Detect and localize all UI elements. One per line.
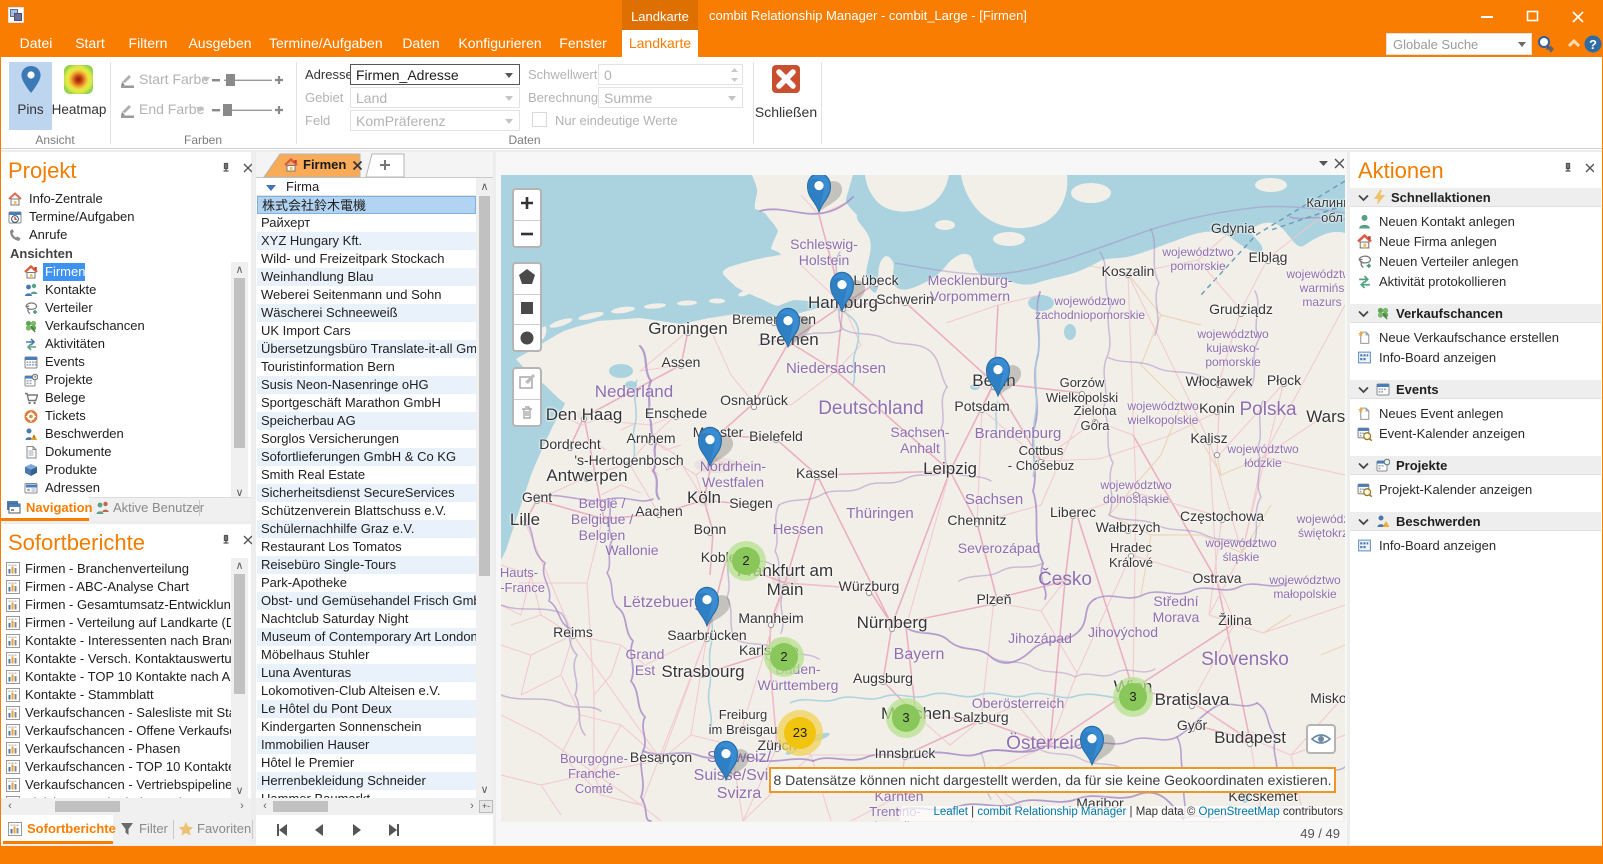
svg-text:!: ! (33, 436, 35, 441)
svg-text:?: ? (1589, 37, 1597, 52)
